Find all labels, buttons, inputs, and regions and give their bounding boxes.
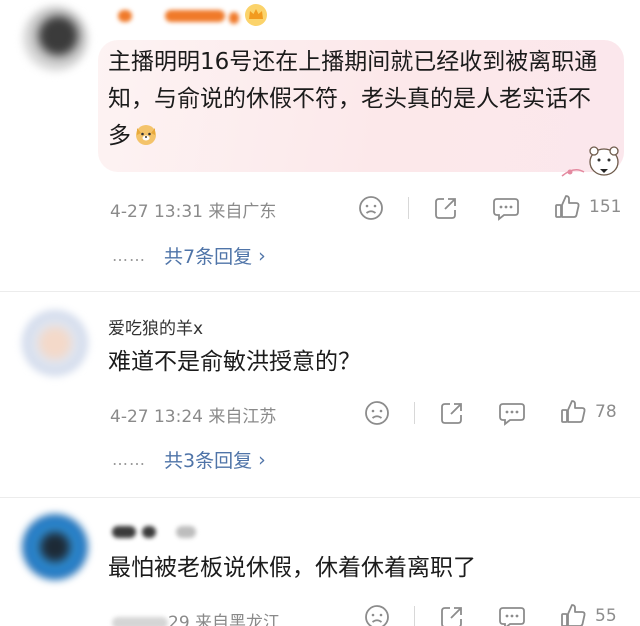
nickname-blurred[interactable] — [176, 526, 196, 538]
dog-face-emoji — [134, 121, 158, 145]
action-divider — [414, 606, 415, 626]
like-count: 55 — [595, 606, 617, 626]
view-replies-link[interactable]: …… 共3条回复 › — [112, 446, 266, 473]
like-button[interactable]: 151 — [553, 193, 621, 221]
comment-meta: 4-27 13:24 来自江苏 — [110, 407, 277, 427]
comment-item: 主播明明16号还在上播期间就已经收到被离职通知，与俞说的休假不符，老头真的是人老… — [0, 0, 640, 290]
comment-meta: 4-27 13:31 来自广东 — [110, 202, 277, 222]
dots-separator: …… — [112, 246, 146, 265]
comment-text: 主播明明16号还在上播期间就已经收到被离职通知，与俞说的休假不符，老头真的是人老… — [108, 49, 598, 149]
thumbs-up-icon — [553, 193, 581, 221]
avatar[interactable] — [22, 310, 88, 376]
share-icon[interactable] — [439, 400, 465, 426]
like-count: 151 — [589, 197, 622, 217]
like-button[interactable]: 55 — [559, 602, 617, 626]
avatar[interactable] — [22, 6, 88, 72]
avatar[interactable] — [22, 514, 88, 580]
dots-separator: …… — [112, 450, 146, 469]
comment-item: 爱吃狼的羊x 难道不是俞敏洪授意的？ 4-27 13:24 来自江苏 78 ……… — [0, 292, 640, 497]
comment-icon[interactable] — [498, 400, 526, 426]
chevron-right-icon: › — [258, 448, 266, 471]
comment-text: 最怕被老板说休假，休着休着离职了 — [108, 555, 476, 581]
like-count: 78 — [595, 402, 617, 422]
reply-count-label: 共7条回复 — [164, 246, 253, 268]
chevron-right-icon: › — [258, 244, 266, 267]
crown-badge-icon — [243, 3, 269, 31]
nickname-blurred[interactable] — [229, 12, 239, 24]
thumbs-up-icon — [559, 602, 587, 626]
nickname[interactable]: 爱吃狼的羊x — [108, 314, 203, 339]
share-icon[interactable] — [439, 604, 465, 626]
comment-meta: 29 来自黑龙江 — [112, 608, 280, 626]
thumbs-up-icon — [559, 398, 587, 426]
blurred-date — [112, 617, 168, 626]
nickname-blurred[interactable] — [118, 10, 132, 22]
sad-face-icon[interactable] — [358, 195, 384, 221]
comment-item: 最怕被老板说休假，休着休着离职了 29 来自黑龙江 55 — [0, 498, 640, 626]
nickname-blurred[interactable] — [165, 10, 225, 22]
action-divider — [414, 402, 415, 424]
share-icon[interactable] — [433, 195, 459, 221]
comment-text: 难道不是俞敏洪授意的？ — [108, 349, 361, 375]
action-divider — [408, 197, 409, 219]
nickname-blurred[interactable] — [112, 526, 136, 538]
sad-face-icon[interactable] — [364, 604, 390, 626]
sad-face-icon[interactable] — [364, 400, 390, 426]
comment-icon[interactable] — [498, 604, 526, 626]
view-replies-link[interactable]: …… 共7条回复 › — [112, 242, 266, 269]
like-button[interactable]: 78 — [559, 398, 617, 426]
reply-count-label: 共3条回复 — [164, 450, 253, 472]
nickname-blurred[interactable] — [142, 526, 156, 538]
comment-icon[interactable] — [492, 195, 520, 221]
